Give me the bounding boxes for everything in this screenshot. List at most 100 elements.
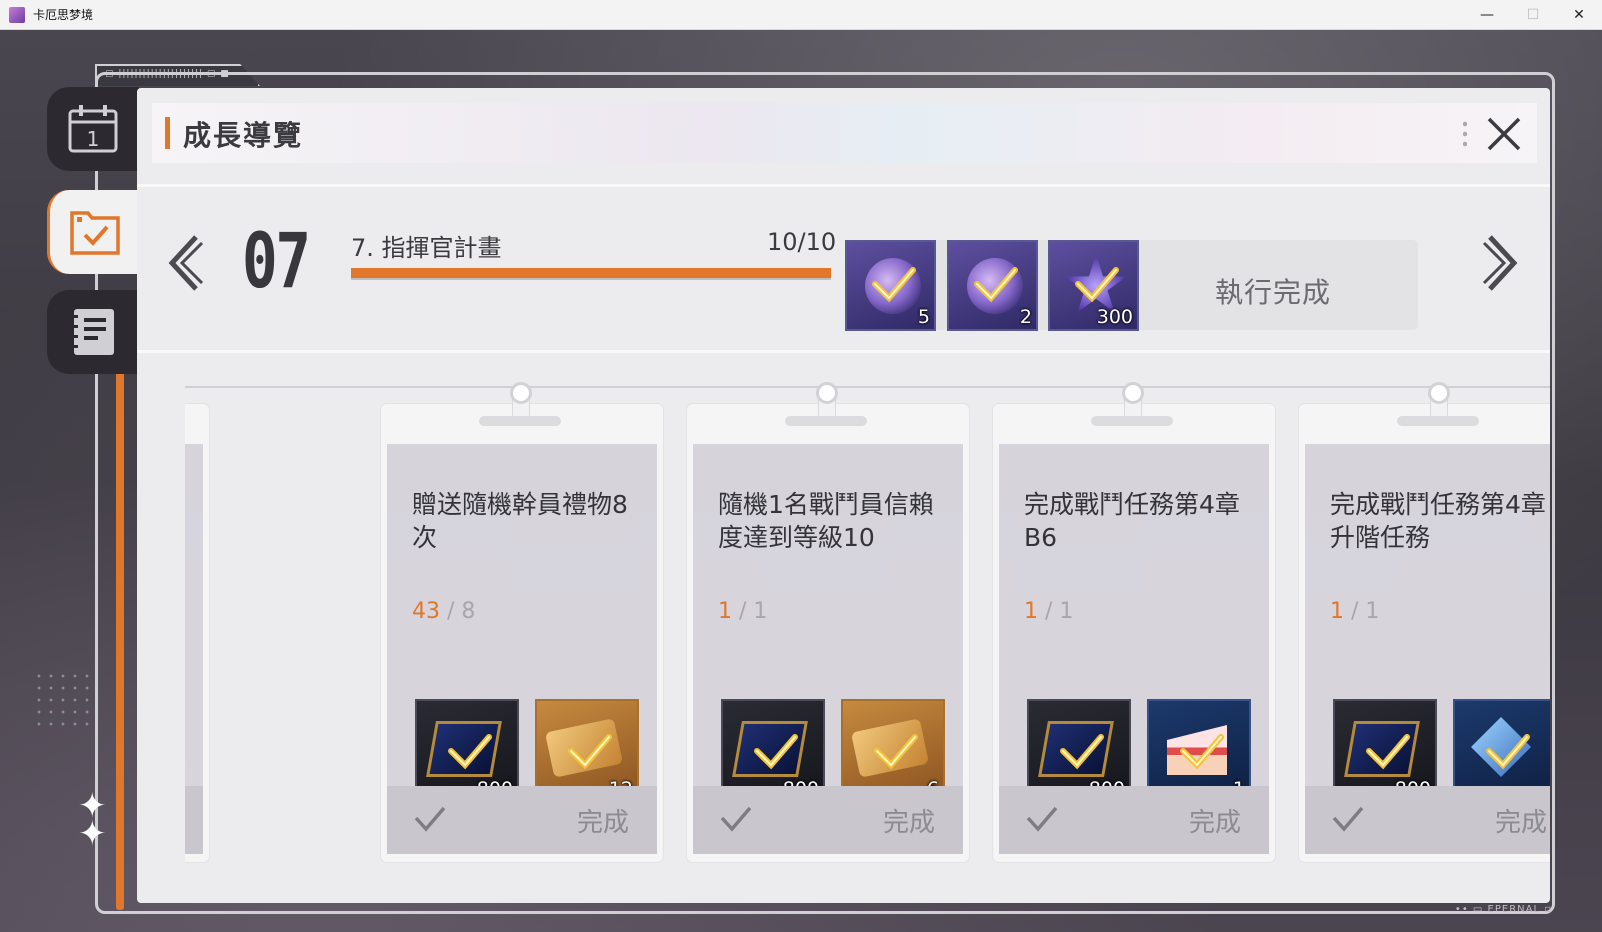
reward-quantity: 5 bbox=[917, 306, 930, 328]
task-progress-total: / 1 bbox=[1045, 599, 1074, 624]
window-title: 卡厄思梦境 bbox=[33, 8, 94, 22]
chevron-right-icon bbox=[1482, 235, 1518, 291]
card-body: 完成戰鬥任務第4章升階任務1 / 1800完成 bbox=[1305, 444, 1550, 854]
reward-quantity: 2 bbox=[1019, 306, 1032, 328]
checkmark-icon bbox=[414, 806, 446, 832]
check-icon bbox=[448, 734, 492, 770]
task-card[interactable]: 完成戰鬥任務第4章B61 / 18001完成 bbox=[993, 382, 1275, 862]
divider bbox=[137, 184, 1550, 187]
task-folder-icon bbox=[69, 211, 120, 255]
task-status-label: 完成 bbox=[1188, 808, 1241, 838]
task-status-bar: 完成 bbox=[185, 786, 203, 854]
maximize-button[interactable]: ☐ bbox=[1510, 0, 1556, 30]
check-icon bbox=[754, 734, 798, 770]
task-status-bar: 完成 bbox=[387, 786, 657, 854]
task-title: 元黎明「第 bbox=[185, 488, 188, 521]
card-body: 完成戰鬥任務第4章B61 / 18001完成 bbox=[999, 444, 1269, 854]
task-card[interactable]: 完成戰鬥任務第4章升階任務1 / 1800完成 bbox=[1299, 382, 1550, 862]
close-button[interactable] bbox=[1483, 113, 1525, 155]
close-window-button[interactable]: ✕ bbox=[1556, 0, 1602, 30]
check-icon bbox=[1366, 734, 1410, 770]
task-card-list[interactable]: 元黎明「第 0060完成贈送隨機幹員禮物8次43 / 880012完成隨機1名戰… bbox=[185, 364, 1550, 904]
next-chapter-button[interactable] bbox=[1482, 233, 1522, 293]
task-card[interactable]: 元黎明「第 0060完成 bbox=[185, 404, 209, 862]
task-progress-total: / 8 bbox=[447, 599, 476, 624]
chapter-progress-fill bbox=[351, 268, 831, 278]
sidenav-notebook[interactable] bbox=[47, 290, 139, 374]
check-icon bbox=[974, 267, 1018, 303]
checkmark-icon bbox=[720, 806, 752, 832]
card-rope bbox=[185, 386, 1550, 388]
execute-complete-label[interactable]: 執行完成 bbox=[1215, 271, 1331, 311]
chapter-name: 7. 指揮官計畫 bbox=[351, 234, 502, 262]
task-progress-done: 1 bbox=[1330, 599, 1344, 624]
growth-guide-panel: 成長導覽 07 7. 指揮官計畫 10/10 5 2 300 執行完成 贈送隨機… bbox=[137, 88, 1550, 903]
card-pin bbox=[1428, 382, 1450, 404]
prev-chapter-button[interactable] bbox=[164, 233, 204, 293]
check-icon bbox=[1486, 734, 1530, 770]
sparkle-icon: ✦ bbox=[78, 814, 107, 854]
header-accent-bar bbox=[165, 117, 170, 149]
card-hanger bbox=[1397, 416, 1479, 426]
reward-orb-item[interactable]: 2 bbox=[947, 240, 1038, 331]
card-body: 元黎明「第 0060完成 bbox=[185, 444, 203, 854]
more-dots-icon bbox=[1463, 119, 1467, 149]
chevron-left-icon bbox=[168, 235, 204, 291]
checkmark-icon bbox=[1332, 806, 1364, 832]
check-icon bbox=[1060, 734, 1104, 770]
task-progress: 43 / 8 bbox=[412, 599, 475, 624]
task-title: 隨機1名戰鬥員信賴度達到等級10 bbox=[718, 490, 934, 552]
card-hanger bbox=[785, 416, 867, 426]
calendar-day: 1 bbox=[87, 127, 100, 151]
notebook-icon bbox=[70, 309, 114, 355]
checkmark-icon bbox=[1026, 806, 1058, 832]
divider bbox=[137, 350, 1550, 353]
task-status-bar: 完成 bbox=[693, 786, 963, 854]
sidenav-calendar[interactable]: 1 bbox=[47, 87, 139, 171]
reward-orb-item[interactable]: 5 bbox=[845, 240, 936, 331]
task-status-bar: 完成 bbox=[1305, 786, 1550, 854]
window-controls: — ☐ ✕ bbox=[1464, 0, 1602, 30]
task-status-bar: 完成 bbox=[999, 786, 1269, 854]
task-card[interactable]: 隨機1名戰鬥員信賴度達到等級101 / 18006完成 bbox=[687, 382, 969, 862]
task-progress-done: 1 bbox=[1024, 599, 1038, 624]
panel-header: 成長導覽 bbox=[152, 103, 1537, 163]
task-status-label: 完成 bbox=[882, 808, 935, 838]
card-body: 贈送隨機幹員禮物8次43 / 880012完成 bbox=[387, 444, 657, 854]
chapter-progress-text: 10/10 bbox=[767, 228, 837, 256]
chapter-number: 07 bbox=[242, 216, 311, 305]
task-card[interactable]: 贈送隨機幹員禮物8次43 / 880012完成 bbox=[381, 382, 663, 862]
check-icon bbox=[872, 267, 916, 303]
dot-grid-decoration bbox=[33, 670, 89, 726]
reward-quantity: 300 bbox=[1096, 306, 1133, 328]
card-pin bbox=[1122, 382, 1144, 404]
chapter-progress-bar bbox=[351, 268, 831, 280]
minimize-button[interactable]: — bbox=[1464, 0, 1510, 30]
sidenav-tasks[interactable] bbox=[47, 190, 139, 274]
window-titlebar: 卡厄思梦境 — ☐ ✕ bbox=[0, 0, 1602, 30]
check-icon bbox=[874, 734, 918, 770]
card-pin bbox=[816, 382, 838, 404]
brand-mark: •• ▭ EPERNAL ▫ bbox=[1454, 904, 1552, 915]
game-viewport: ▢ ||||||||||||||||||||| ▢ ■ ✦ ✦ 1 成長導覽 0… bbox=[0, 30, 1602, 932]
check-icon bbox=[568, 734, 612, 770]
close-icon bbox=[1487, 117, 1521, 151]
card-hanger bbox=[1091, 416, 1173, 426]
task-progress-total: / 1 bbox=[739, 599, 768, 624]
check-icon bbox=[1180, 734, 1224, 770]
check-icon bbox=[1075, 267, 1119, 303]
task-status-label: 完成 bbox=[576, 808, 629, 838]
card-hanger bbox=[479, 416, 561, 426]
task-title: 完成戰鬥任務第4章升階任務 bbox=[1330, 490, 1546, 552]
page-title: 成長導覽 bbox=[183, 119, 304, 152]
task-progress: 1 / 1 bbox=[1024, 599, 1073, 624]
card-pin bbox=[510, 382, 532, 404]
reward-star-item[interactable]: 300 bbox=[1048, 240, 1139, 331]
task-status-label: 完成 bbox=[1494, 808, 1547, 838]
task-progress-done: 43 bbox=[412, 599, 440, 624]
task-progress: 1 / 1 bbox=[718, 599, 767, 624]
task-title: 贈送隨機幹員禮物8次 bbox=[412, 490, 628, 552]
orange-rail bbox=[116, 365, 124, 910]
card-body: 隨機1名戰鬥員信賴度達到等級101 / 18006完成 bbox=[693, 444, 963, 854]
task-title: 完成戰鬥任務第4章B6 bbox=[1024, 490, 1240, 552]
